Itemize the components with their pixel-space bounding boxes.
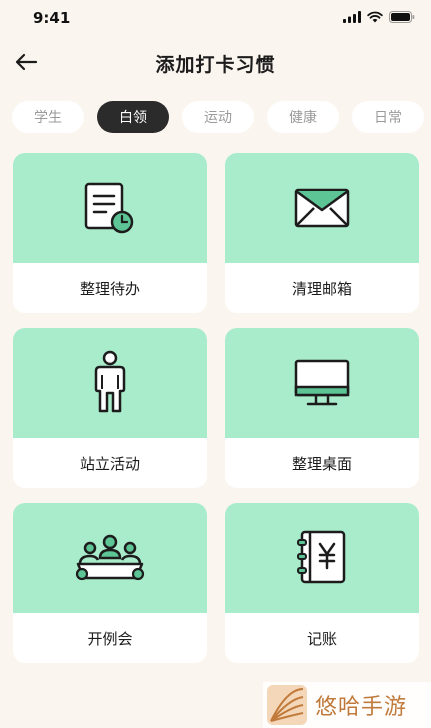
category-tabs: 学生 白领 运动 健康 日常 — [12, 101, 431, 135]
habit-card-organize-todo[interactable]: 整理待办 — [13, 153, 207, 313]
status-bar: 9:41 — [0, 0, 431, 36]
standing-person-icon — [94, 350, 126, 413]
tab-student[interactable]: 学生 — [12, 101, 84, 133]
watermark-text: 悠哈手游 — [315, 695, 408, 720]
document-clock-icon — [84, 182, 134, 234]
signal-icon — [343, 11, 361, 23]
card-icon-area — [13, 328, 207, 438]
envelope-icon — [294, 188, 350, 228]
habit-card-stand-up[interactable]: 站立活动 — [13, 328, 207, 488]
watermark: 悠哈手游 — [263, 682, 431, 728]
habit-label: 开例会 — [87, 629, 133, 648]
wifi-icon — [367, 11, 383, 23]
nav-bar: 添加打卡习惯 — [0, 40, 431, 84]
monitor-icon — [294, 359, 350, 406]
page-title: 添加打卡习惯 — [155, 54, 276, 76]
habit-label: 站立活动 — [79, 454, 140, 473]
card-icon-area — [225, 503, 419, 613]
tab-daily[interactable]: 日常 — [352, 101, 424, 133]
habit-label: 整理桌面 — [291, 454, 352, 473]
habit-label: 整理待办 — [79, 279, 140, 298]
status-icons — [343, 11, 415, 23]
card-icon-area — [13, 153, 207, 263]
tab-sports[interactable]: 运动 — [182, 101, 254, 133]
habit-card-bookkeeping[interactable]: 记账 — [225, 503, 419, 663]
habit-card-organize-desktop[interactable]: 整理桌面 — [225, 328, 419, 488]
card-icon-area — [13, 503, 207, 613]
status-time: 9:41 — [33, 9, 71, 27]
tab-white-collar[interactable]: 白领 — [97, 101, 169, 133]
card-icon-area — [225, 328, 419, 438]
card-icon-area — [225, 153, 419, 263]
habit-card-clean-mailbox[interactable]: 清理邮箱 — [225, 153, 419, 313]
tab-health[interactable]: 健康 — [267, 101, 339, 133]
habit-label: 记账 — [306, 629, 337, 648]
watermark-logo-icon — [267, 685, 307, 725]
habit-label: 清理邮箱 — [291, 279, 352, 298]
habit-card-regular-meeting[interactable]: 开例会 — [13, 503, 207, 663]
ledger-yen-icon — [297, 530, 346, 584]
battery-icon — [389, 11, 415, 23]
meeting-icon — [75, 534, 145, 581]
